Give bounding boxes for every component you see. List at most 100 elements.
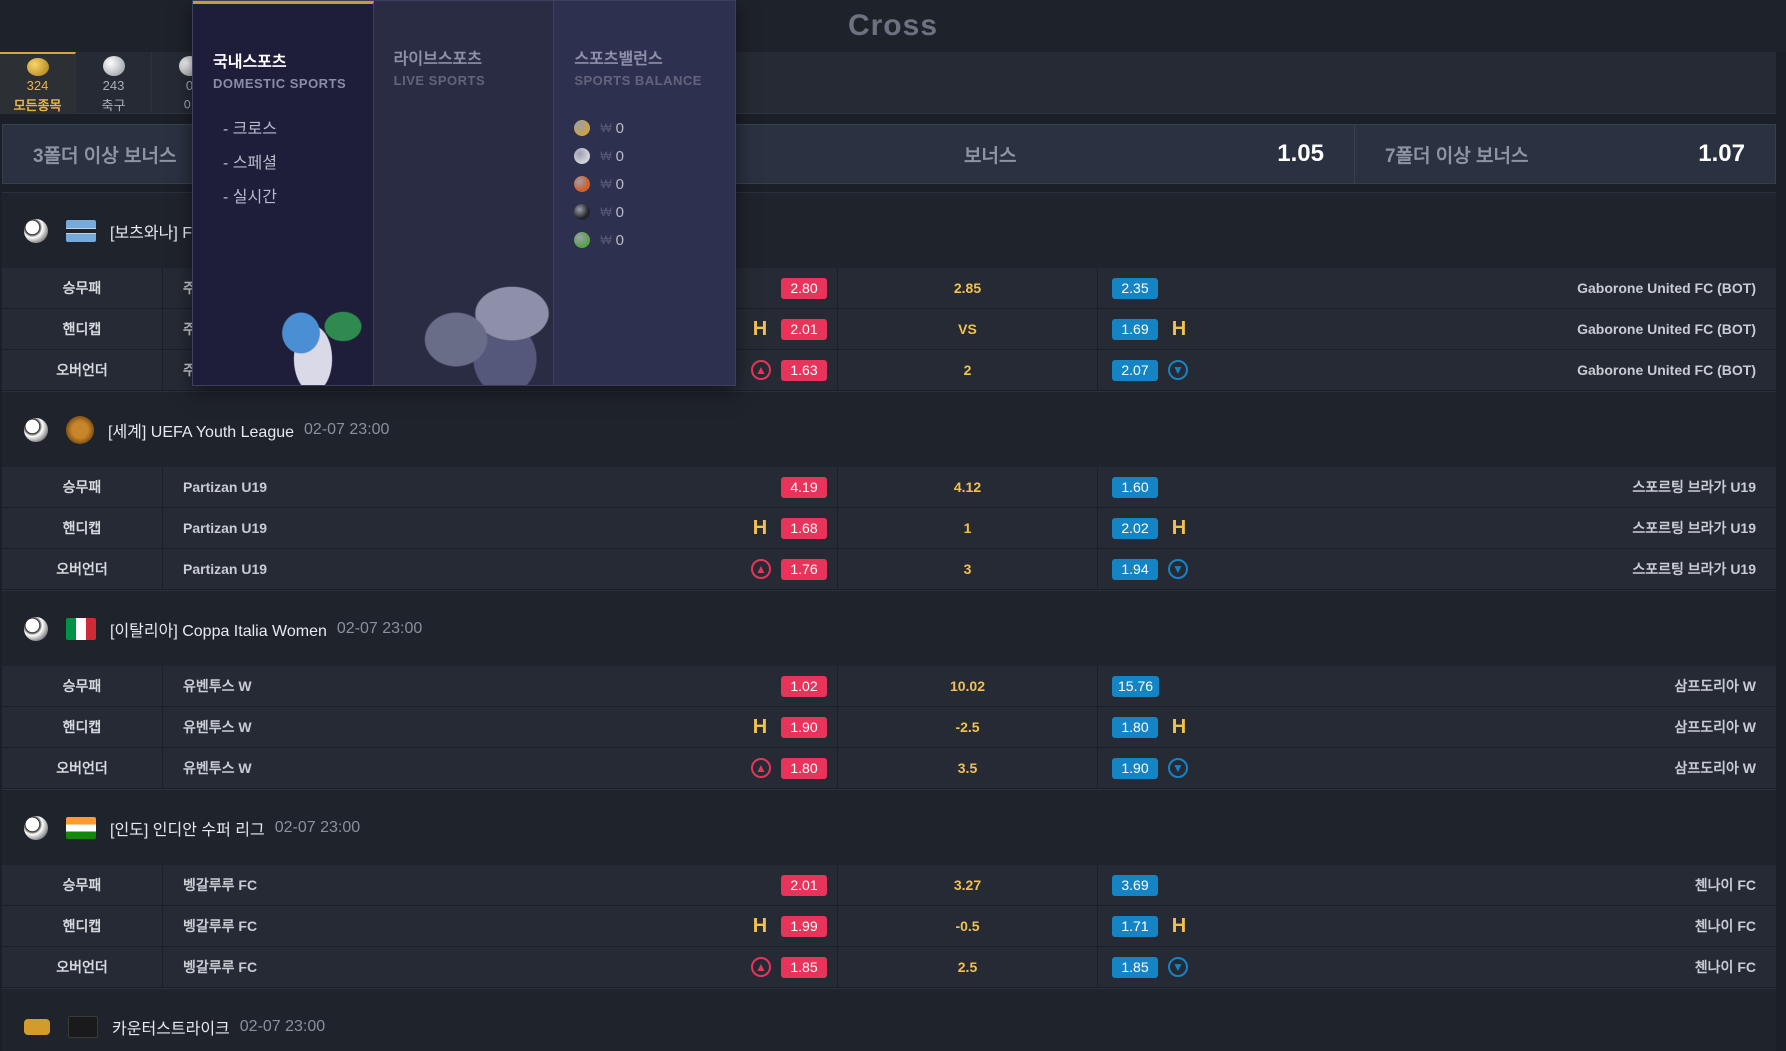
menu-domestic-sports[interactable]: 국내스포츠 DOMESTIC SPORTS - 크로스 - 스페셜 - 실시간 bbox=[193, 1, 374, 385]
home-bet-button[interactable]: 유벤투스 W 1.02 bbox=[163, 666, 838, 706]
home-bet-button[interactable]: 유벤투스 W ▲ 1.80 bbox=[163, 748, 838, 788]
bet-row: 승무패 유벤투스 W 1.02 10.02 15.76 삼프도리아 W bbox=[2, 666, 1776, 707]
bet-type: 오버언더 bbox=[2, 549, 163, 589]
menu-link-live[interactable]: - 실시간 bbox=[223, 181, 373, 215]
menu-sports-balance[interactable]: 스포츠밸런스 SPORTS BALANCE ₩0 ₩0 ₩0 ₩0 ₩0 bbox=[554, 1, 736, 385]
menu-title: 라이브스포츠 bbox=[393, 51, 482, 68]
league-name: [세계] UEFA Youth League bbox=[108, 423, 295, 441]
soccer-ball-icon bbox=[24, 417, 48, 442]
currency-symbol: ₩ bbox=[600, 233, 612, 247]
balance-row: ₩0 bbox=[574, 114, 735, 142]
home-odd: 1.68 bbox=[781, 517, 827, 539]
home-odd: 2.01 bbox=[781, 318, 827, 340]
home-odd: 1.02 bbox=[781, 675, 827, 697]
draw-bet-button[interactable]: 10.02 bbox=[838, 666, 1098, 706]
handicap-h-icon: H bbox=[1171, 516, 1187, 539]
currency-symbol: ₩ bbox=[600, 205, 612, 219]
draw-bet-button[interactable]: 1 bbox=[838, 508, 1098, 548]
home-odd: 2.80 bbox=[781, 277, 827, 299]
away-bet-button[interactable]: 1.90 ▼ 삼프도리아 W bbox=[1098, 748, 1776, 788]
soccer-ball-icon bbox=[574, 120, 591, 136]
league-header: 카운터스트라이크 02-07 23:00 bbox=[2, 988, 1776, 1051]
soccer-ball-icon bbox=[24, 616, 48, 641]
bonus-value: 1.07 bbox=[1698, 140, 1745, 167]
away-bet-button[interactable]: 2.07 ▼ Gaborone United FC (BOT) bbox=[1098, 350, 1776, 390]
handicap-h-icon: H bbox=[752, 715, 768, 738]
draw-bet-button[interactable]: 2.5 bbox=[838, 947, 1098, 987]
away-bet-button[interactable]: 1.94 ▼ 스포르팅 브라가 U19 bbox=[1098, 549, 1776, 589]
draw-bet-button[interactable]: 3 bbox=[838, 549, 1098, 589]
home-bet-button[interactable]: Partizan U19 ▲ 1.76 bbox=[163, 549, 838, 589]
tab-label: 축구 bbox=[101, 98, 126, 113]
bet-type: 핸디캡 bbox=[2, 309, 163, 349]
home-bet-button[interactable]: 유벤투스 W H 1.90 bbox=[163, 707, 838, 747]
draw-bet-button[interactable]: -0.5 bbox=[838, 906, 1098, 946]
bet-row: 핸디캡 Partizan U19 H 1.68 1 2.02 H 스포르팅 브라가 U19 bbox=[2, 508, 1776, 549]
away-bet-button[interactable]: 2.02 H 스포르팅 브라가 U19 bbox=[1098, 508, 1776, 548]
tab-all-sports[interactable]: 324 모든종목 bbox=[0, 52, 76, 114]
bet-row: 오버언더 Partizan U19 ▲ 1.76 3 1.94 ▼ 스포르팅 브라가 U19 bbox=[2, 549, 1776, 590]
gamepad-icon bbox=[24, 1018, 50, 1035]
currency-symbol: ₩ bbox=[600, 177, 612, 191]
menu-live-sports[interactable]: 라이브스포츠 LIVE SPORTS bbox=[373, 1, 555, 385]
draw-bet-button[interactable]: 3.27 bbox=[838, 865, 1098, 905]
bonus-label: 7폴더 이상 보너스 bbox=[1385, 145, 1529, 167]
home-team: 유벤투스 W bbox=[183, 678, 252, 694]
menu-link-cross[interactable]: - 크로스 bbox=[223, 113, 373, 147]
draw-bet-button[interactable]: 2 bbox=[838, 350, 1098, 390]
tab-label: 모든종목 bbox=[13, 98, 62, 113]
away-bet-button[interactable]: 1.85 ▼ 첸나이 FC bbox=[1098, 947, 1776, 987]
home-team: 벵갈루루 FC bbox=[183, 877, 258, 893]
tab-soccer[interactable]: 243 축구 bbox=[76, 52, 152, 114]
bet-row: 핸디캡 벵갈루루 FC H 1.99 -0.5 1.71 H 첸나이 FC bbox=[2, 906, 1776, 947]
all-sports-icon bbox=[26, 58, 49, 76]
away-team: Gaborone United FC (BOT) bbox=[1577, 362, 1756, 378]
home-bet-button[interactable]: 벵갈루루 FC ▲ 1.85 bbox=[163, 947, 838, 987]
league-name: [보츠와나] F bbox=[110, 224, 192, 242]
draw-bet-button[interactable]: 4.12 bbox=[838, 467, 1098, 507]
draw-bet-button[interactable]: -2.5 bbox=[838, 707, 1098, 747]
home-bet-button[interactable]: Partizan U19 H 1.68 bbox=[163, 508, 838, 548]
currency-symbol: ₩ bbox=[600, 121, 612, 135]
menu-link-special[interactable]: - 스페셜 bbox=[223, 147, 373, 181]
away-bet-button[interactable]: 1.69 H Gaborone United FC (BOT) bbox=[1098, 309, 1776, 349]
soccer-ball-icon bbox=[24, 218, 48, 243]
home-bet-button[interactable]: 벵갈루루 FC 2.01 bbox=[163, 865, 838, 905]
league-header: [인도] 인디안 수퍼 리그 02-07 23:00 bbox=[2, 789, 1776, 865]
draw-bet-button[interactable]: 3.5 bbox=[838, 748, 1098, 788]
away-bet-button[interactable]: 2.35 Gaborone United FC (BOT) bbox=[1098, 268, 1776, 308]
flag-icon bbox=[66, 617, 96, 640]
away-bet-button[interactable]: 1.80 H 삼프도리아 W bbox=[1098, 707, 1776, 747]
flag-icon bbox=[66, 415, 94, 444]
under-arrow-icon: ▼ bbox=[1168, 559, 1188, 579]
away-bet-button[interactable]: 1.60 스포르팅 브라가 U19 bbox=[1098, 467, 1776, 507]
soccer-ball-icon bbox=[102, 56, 125, 76]
bet-type: 승무패 bbox=[2, 467, 163, 507]
draw-bet-button[interactable]: 2.85 bbox=[838, 268, 1098, 308]
bet-type: 승무패 bbox=[2, 865, 163, 905]
hockey-football-players-illustration bbox=[413, 255, 554, 385]
home-team: Partizan U19 bbox=[183, 561, 268, 577]
home-odd: 1.99 bbox=[781, 915, 827, 937]
under-arrow-icon: ▼ bbox=[1168, 957, 1188, 977]
bet-type: 핸디캡 bbox=[2, 707, 163, 747]
bet-row: 핸디캡 유벤투스 W H 1.90 -2.5 1.80 H 삼프도리아 W bbox=[2, 707, 1776, 748]
sports-mega-menu: 국내스포츠 DOMESTIC SPORTS - 크로스 - 스페셜 - 실시간 … bbox=[192, 0, 736, 386]
away-odd: 15.76 bbox=[1112, 675, 1160, 697]
home-odd: 1.76 bbox=[781, 558, 827, 580]
away-bet-button[interactable]: 15.76 삼프도리아 W bbox=[1098, 666, 1776, 706]
away-bet-button[interactable]: 1.71 H 첸나이 FC bbox=[1098, 906, 1776, 946]
home-odd: 1.85 bbox=[781, 956, 827, 978]
balance-row: ₩0 bbox=[574, 170, 735, 198]
away-odd: 1.71 bbox=[1112, 915, 1158, 937]
away-odd: 1.69 bbox=[1112, 318, 1158, 340]
home-bet-button[interactable]: 벵갈루루 FC H 1.99 bbox=[163, 906, 838, 946]
away-bet-button[interactable]: 3.69 첸나이 FC bbox=[1098, 865, 1776, 905]
handicap-h-icon: H bbox=[752, 516, 768, 539]
draw-bet-button[interactable]: VS bbox=[838, 309, 1098, 349]
home-bet-button[interactable]: Partizan U19 4.19 bbox=[163, 467, 838, 507]
menu-title: 국내스포츠 bbox=[213, 54, 287, 71]
over-arrow-icon: ▲ bbox=[751, 559, 771, 579]
handicap-h-icon: H bbox=[1171, 914, 1187, 937]
bonus-label: 3폴더 이상 보너스 bbox=[33, 145, 177, 167]
